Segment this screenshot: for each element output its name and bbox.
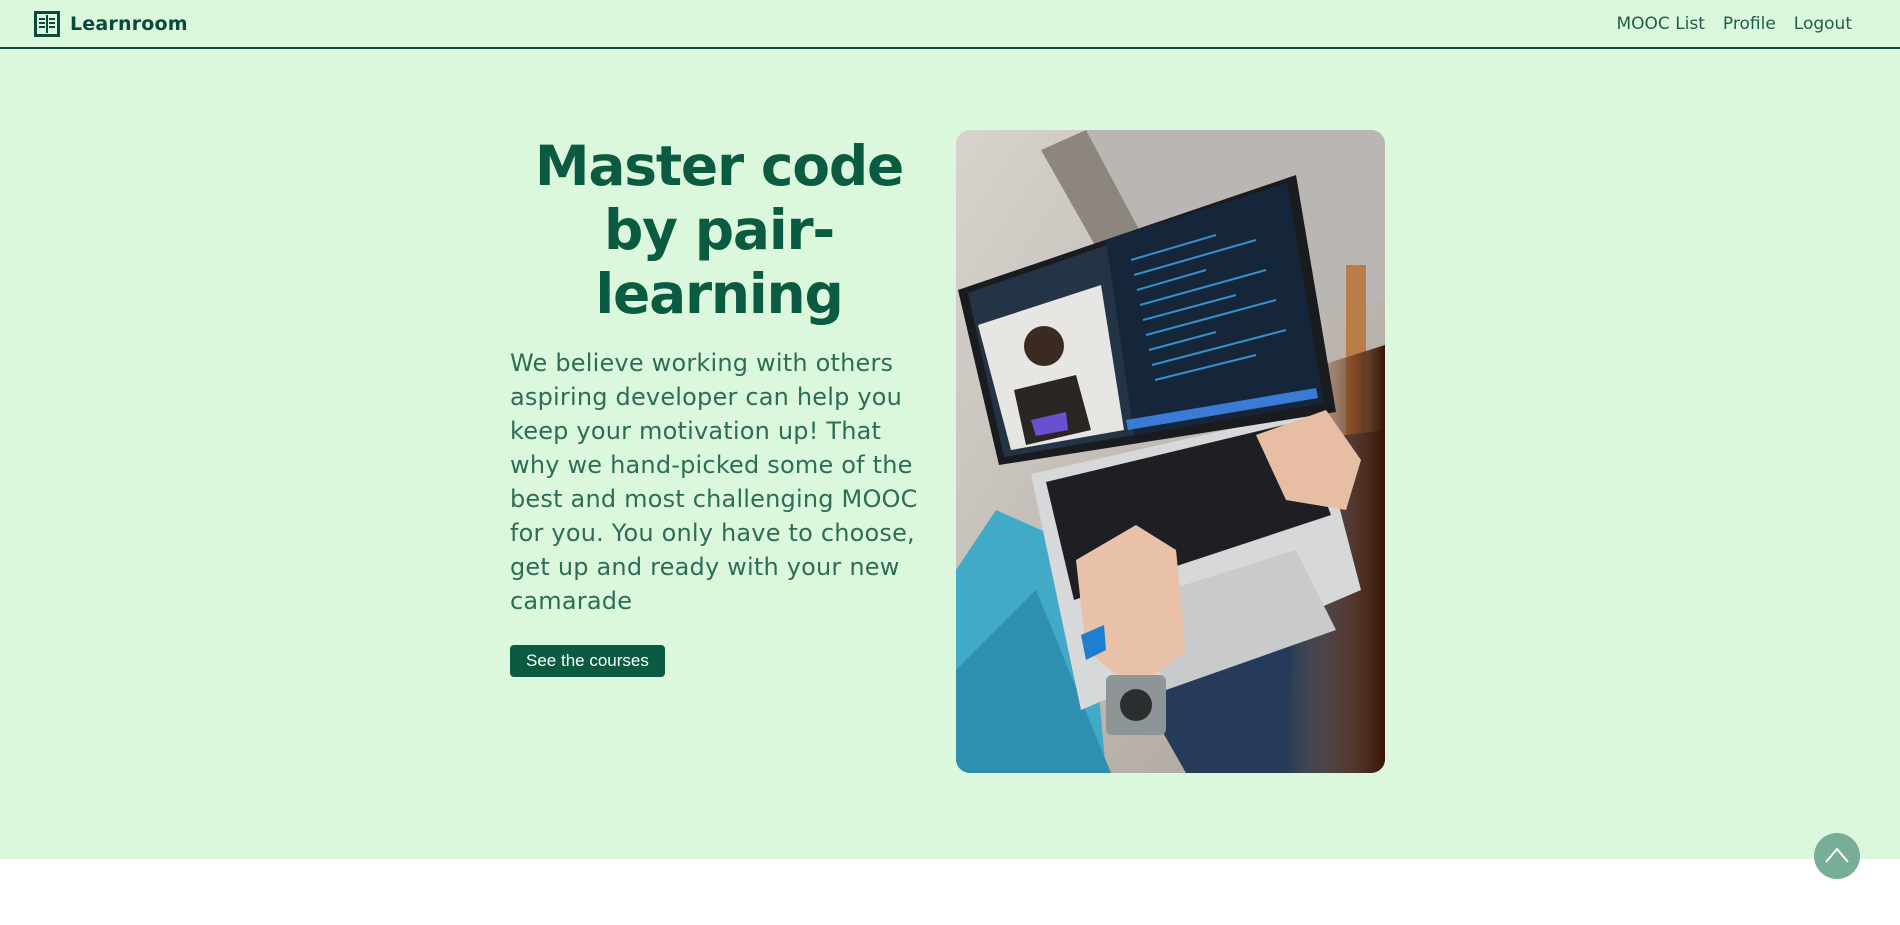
- hero-section: Master code by pair-learning We believe …: [0, 49, 1900, 859]
- see-courses-button[interactable]: See the courses: [510, 645, 665, 677]
- nav-link-mooc-list[interactable]: MOOC List: [1617, 14, 1705, 34]
- hero-description: We believe working with others aspiring …: [510, 349, 918, 615]
- hero-image: [956, 130, 1385, 773]
- nav-link-profile[interactable]: Profile: [1723, 14, 1776, 34]
- brand-name: Learnroom: [70, 13, 188, 35]
- top-navbar: Learnroom MOOC List Profile Logout: [0, 0, 1900, 49]
- brand-link[interactable]: Learnroom: [34, 11, 188, 37]
- scroll-to-top-button[interactable]: [1814, 833, 1860, 879]
- hero-text: Master code by pair-learning We believe …: [510, 134, 928, 677]
- main-nav: MOOC List Profile Logout: [1617, 14, 1853, 34]
- nav-link-logout[interactable]: Logout: [1794, 14, 1852, 34]
- page: Learnroom MOOC List Profile Logout Maste…: [0, 0, 1900, 925]
- hero-headline: Master code by pair-learning: [534, 134, 905, 326]
- laptop-photo-illustration: [956, 130, 1385, 773]
- book-icon: [34, 11, 60, 37]
- chevron-up-icon: [1825, 847, 1849, 863]
